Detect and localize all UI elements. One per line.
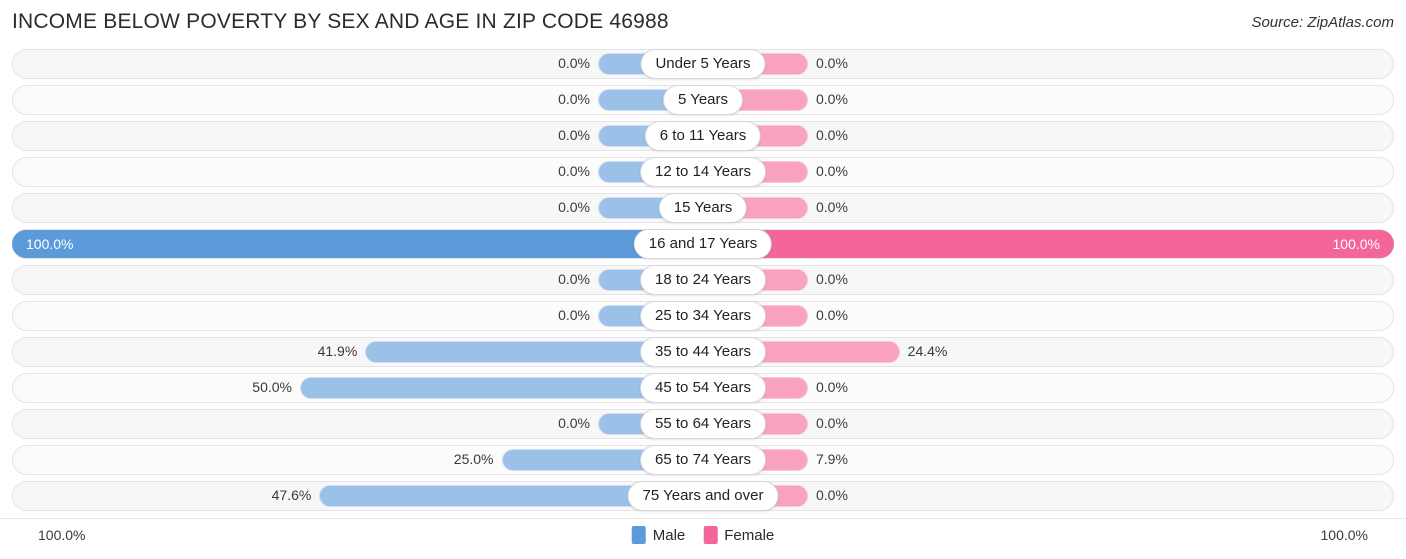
value-label-female: 0.0% — [816, 415, 848, 431]
legend-swatch-male-icon — [631, 526, 646, 544]
chart-page: INCOME BELOW POVERTY BY SEX AND AGE IN Z… — [0, 0, 1406, 559]
value-label-male: 0.0% — [558, 271, 590, 287]
value-label-female: 0.0% — [816, 163, 848, 179]
chart-footer: 100.0% Male Female 100.0% — [0, 518, 1406, 559]
legend-label-male: Male — [652, 526, 686, 544]
chart-row: 50.0% 0.0% 45 to 54 Years — [0, 370, 1406, 406]
source-attribution: Source: ZipAtlas.com — [1251, 14, 1394, 31]
value-label-female: 0.0% — [816, 307, 848, 323]
chart-row: 47.6% 0.0% 75 Years and over — [0, 478, 1406, 514]
value-label-male: 0.0% — [558, 199, 590, 215]
value-label-female: 0.0% — [816, 487, 848, 503]
diverging-bar-chart: 0.0% 0.0% Under 5 Years 0.0% 0.0% 5 Years 0.0%… — [0, 46, 1406, 518]
value-label-female: 0.0% — [816, 91, 848, 107]
category-label: 5 Years — [662, 85, 744, 115]
value-label-female: 0.0% — [816, 271, 848, 287]
legend-item-female[interactable]: Female — [703, 526, 774, 544]
axis-label-right: 100.0% — [1320, 527, 1368, 543]
page-title: INCOME BELOW POVERTY BY SEX AND AGE IN Z… — [12, 10, 669, 33]
value-label-female: 0.0% — [816, 127, 848, 143]
value-label-female: 0.0% — [816, 379, 848, 395]
chart-row: 0.0% 0.0% 5 Years — [0, 82, 1406, 118]
chart-row: 0.0% 0.0% 15 Years — [0, 190, 1406, 226]
category-label: 45 to 54 Years — [640, 373, 766, 403]
axis-label-left: 100.0% — [38, 527, 86, 543]
category-label: 12 to 14 Years — [640, 157, 766, 187]
value-label-female: 7.9% — [816, 451, 848, 467]
value-label-male: 100.0% — [26, 236, 74, 252]
category-label: 25 to 34 Years — [640, 301, 766, 331]
value-label-male: 0.0% — [558, 55, 590, 71]
category-label: 6 to 11 Years — [644, 121, 762, 151]
category-label: 75 Years and over — [627, 481, 779, 511]
value-label-female: 0.0% — [816, 199, 848, 215]
legend-label-female: Female — [724, 526, 775, 544]
chart-row: 0.0% 0.0% 6 to 11 Years — [0, 118, 1406, 154]
legend-item-male[interactable]: Male — [631, 526, 686, 544]
chart-row: 25.0% 7.9% 65 to 74 Years — [0, 442, 1406, 478]
value-label-male: 0.0% — [558, 127, 590, 143]
value-label-male: 47.6% — [271, 487, 312, 503]
value-label-male: 25.0% — [453, 451, 494, 467]
chart-row: 0.0% 0.0% 25 to 34 Years — [0, 298, 1406, 334]
category-label: 65 to 74 Years — [640, 445, 766, 475]
bar-female[interactable] — [703, 230, 1394, 258]
legend-swatch-female-icon — [703, 526, 718, 544]
category-label: 35 to 44 Years — [640, 337, 766, 367]
value-label-female: 24.4% — [907, 343, 948, 359]
value-label-male: 50.0% — [252, 379, 292, 395]
category-label: 15 Years — [658, 193, 748, 223]
category-label: 16 and 17 Years — [633, 229, 773, 259]
value-label-male: 41.9% — [317, 343, 358, 359]
category-label: 18 to 24 Years — [640, 265, 766, 295]
chart-row: 0.0% 0.0% 55 to 64 Years — [0, 406, 1406, 442]
category-label: 55 to 64 Years — [640, 409, 766, 439]
value-label-female: 100.0% — [1332, 236, 1380, 252]
value-label-male: 0.0% — [558, 91, 590, 107]
value-label-male: 0.0% — [558, 163, 590, 179]
bar-male[interactable] — [12, 230, 703, 258]
chart-row: 100.0% 100.0% 16 and 17 Years — [0, 226, 1406, 262]
value-label-male: 0.0% — [558, 415, 590, 431]
chart-row: 41.9% 24.4% 35 to 44 Years — [0, 334, 1406, 370]
category-label: Under 5 Years — [640, 49, 766, 79]
chart-header: INCOME BELOW POVERTY BY SEX AND AGE IN Z… — [0, 0, 1406, 44]
value-label-male: 0.0% — [558, 307, 590, 323]
value-label-female: 0.0% — [816, 55, 848, 71]
chart-row: 0.0% 0.0% Under 5 Years — [0, 46, 1406, 82]
chart-row: 0.0% 0.0% 12 to 14 Years — [0, 154, 1406, 190]
chart-legend: Male Female — [631, 526, 774, 544]
chart-row: 0.0% 0.0% 18 to 24 Years — [0, 262, 1406, 298]
